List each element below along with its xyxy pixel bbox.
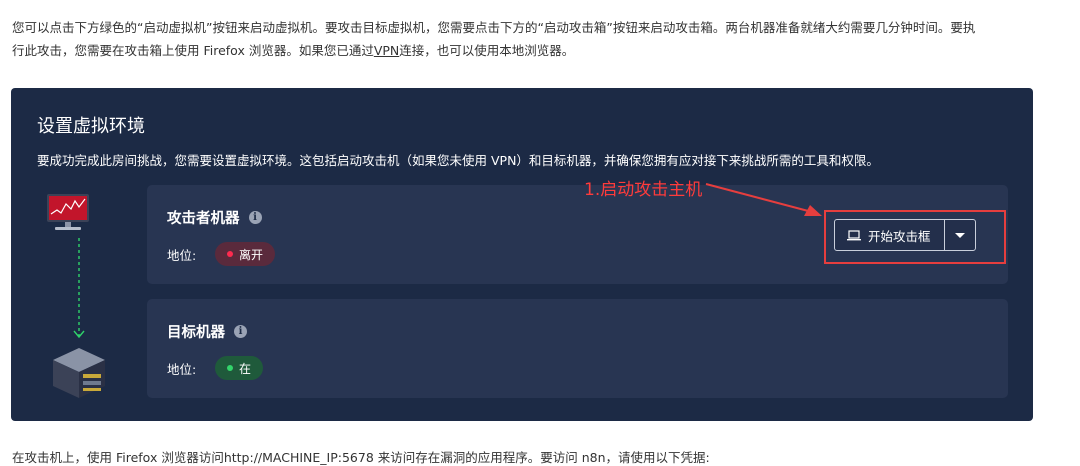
- status-badge: 在: [215, 356, 264, 380]
- target-status-row: 地位: 在: [167, 356, 264, 380]
- status-text: 在: [239, 361, 252, 376]
- status-label: 地位:: [167, 361, 197, 377]
- annotation-arrow: [705, 183, 822, 216]
- status-text: 离开: [239, 247, 264, 262]
- target-machine-card: 目标机器 i 地位: 在: [147, 299, 1008, 398]
- monitor-icon: [47, 194, 89, 230]
- intro-text-end: 连接，也可以使用本地浏览器。: [399, 43, 575, 58]
- connection-line: [73, 238, 85, 339]
- panel-description: 要成功完成此房间挑战，您需要设置虚拟环境。这包括启动攻击机（如果您未使用 VPN…: [37, 153, 879, 168]
- intro-line-2: 行此攻击，您需要在攻击箱上使用 Firefox 浏览器。如果您已通过VPN连接，…: [12, 39, 1062, 62]
- target-machine-title: 目标机器 i: [167, 321, 247, 342]
- status-dot: [227, 251, 233, 257]
- panel-title: 设置虚拟环境: [37, 116, 145, 137]
- status-dot: [227, 365, 233, 371]
- server-icon: [53, 348, 105, 398]
- annotation-highlight-box: [824, 210, 1006, 264]
- attacker-machine-title: 攻击者机器 i: [167, 207, 262, 228]
- instructions-text: 在攻击机上，使用 Firefox 浏览器访问http://MACHINE_IP:…: [12, 450, 710, 465]
- intro-text: 行此攻击，您需要在攻击箱上使用 Firefox 浏览器。如果您已通过: [12, 43, 374, 58]
- annotation-label: 1.启动攻击主机: [584, 180, 703, 200]
- info-icon[interactable]: i: [234, 325, 247, 338]
- attacker-title-text: 攻击者机器: [167, 211, 240, 227]
- attacker-status-row: 地位: 离开: [167, 242, 276, 266]
- intro-line-1: 您可以点击下方绿色的“启动虚拟机”按钮来启动虚拟机。要攻击目标虚拟机，您需要点击…: [12, 20, 976, 35]
- status-badge: 离开: [215, 242, 276, 266]
- target-title-text: 目标机器: [167, 325, 225, 341]
- info-icon[interactable]: i: [248, 211, 262, 224]
- vpn-link[interactable]: VPN: [374, 43, 399, 58]
- intro-paragraph: 您可以点击下方绿色的“启动虚拟机”按钮来启动虚拟机。要攻击目标虚拟机，您需要点击…: [12, 16, 1062, 62]
- status-label: 地位:: [167, 247, 197, 263]
